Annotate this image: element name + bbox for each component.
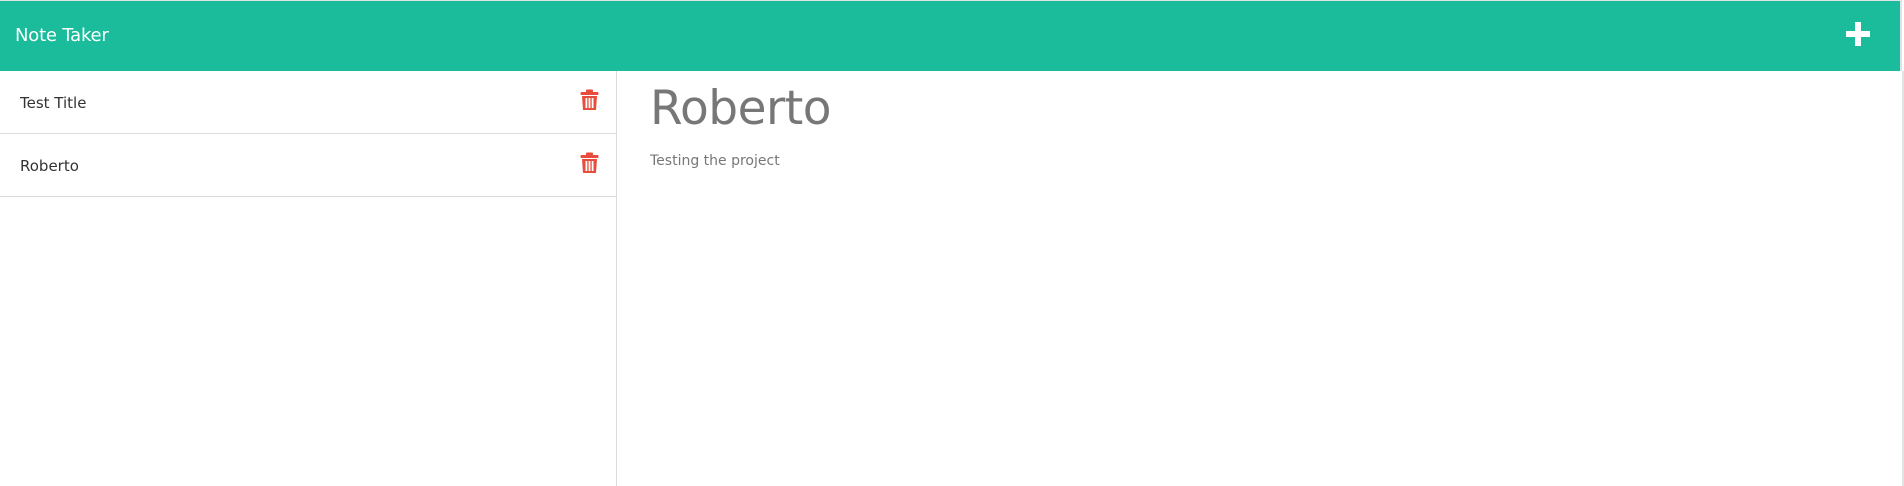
trash-icon[interactable] — [580, 89, 599, 111]
note-taker-app: Note Taker Test Title Roberto Roberto Te… — [0, 0, 1904, 486]
note-text-field[interactable]: Testing the project — [650, 153, 780, 169]
list-item[interactable]: Test Title — [0, 71, 616, 134]
note-editor: Roberto Testing the project — [617, 71, 1904, 486]
navbar: Note Taker — [0, 0, 1902, 71]
note-list-panel: Test Title Roberto — [0, 71, 617, 486]
trash-icon[interactable] — [580, 152, 599, 174]
note-list: Test Title Roberto — [0, 71, 616, 197]
note-list-title[interactable]: Roberto — [20, 157, 79, 175]
plus-icon[interactable] — [1844, 20, 1872, 48]
brand-link[interactable]: Note Taker — [15, 25, 109, 46]
list-item[interactable]: Roberto — [0, 134, 616, 197]
note-list-title[interactable]: Test Title — [20, 94, 86, 112]
note-title-field[interactable]: Roberto — [650, 81, 832, 137]
